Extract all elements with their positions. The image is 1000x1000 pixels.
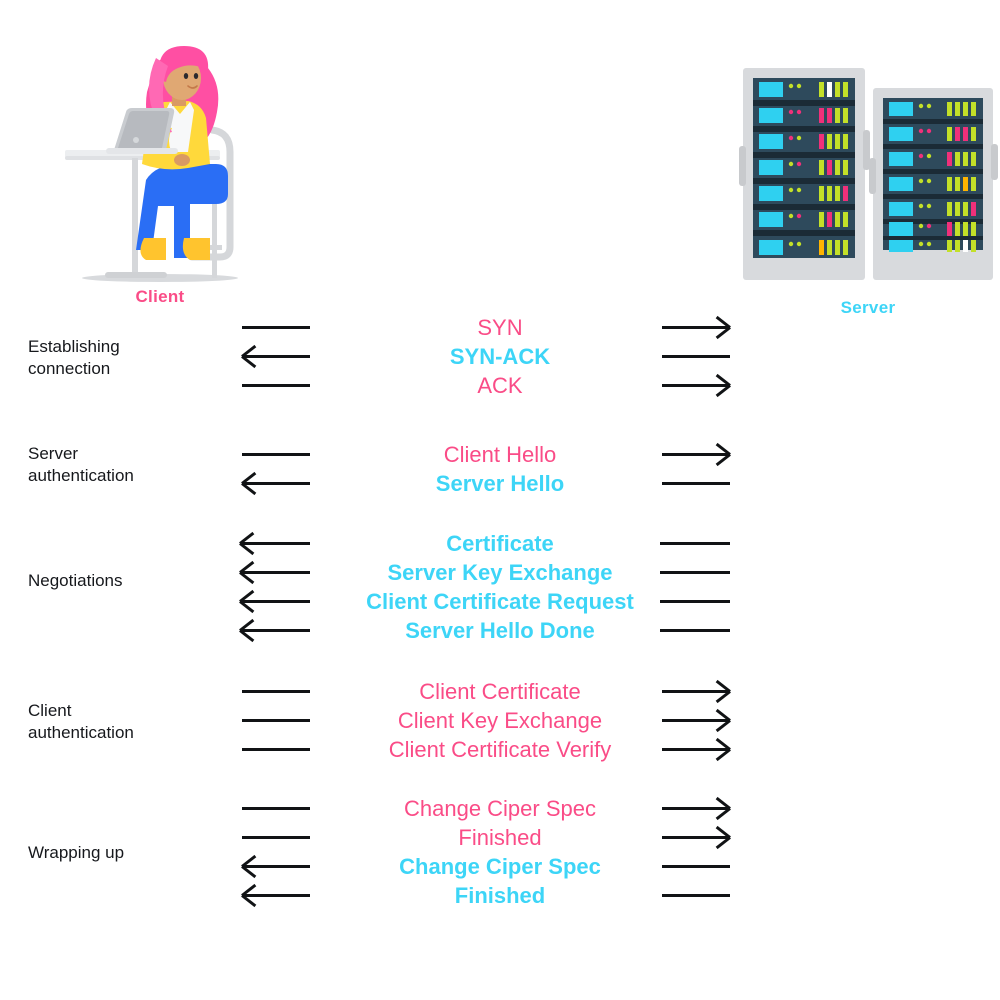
eye-right [183, 73, 189, 79]
rack-left-handle [739, 146, 746, 186]
client-illustration [60, 40, 260, 290]
message-label: Certificate [446, 531, 554, 556]
message-label: Client Key Exchange [397, 708, 603, 733]
chair-leg [212, 200, 217, 278]
server-illustration [735, 60, 1000, 290]
message-label: Client Certificate [419, 679, 581, 704]
phase-label: Negotiations [28, 571, 123, 590]
phase-label: Server authentication [28, 444, 134, 485]
hand [174, 154, 190, 166]
phase-label: Wrapping up [28, 843, 125, 862]
shoe-right [182, 238, 210, 260]
message-label: Server Key Exchange [387, 560, 613, 585]
client-endpoint-label: Client [135, 287, 185, 306]
message-label: SYN-ACK [449, 344, 551, 369]
server-racks-icon [739, 68, 998, 280]
message-label: Server Hello [435, 471, 565, 496]
message-label: Change Ciper Spec [399, 854, 601, 879]
rack-left-handle-2 [863, 130, 870, 170]
message-row: Server Hello Done [0, 616, 1000, 645]
message-label: Server Hello Done [405, 618, 595, 643]
message-row: Change Ciper Spec [0, 794, 1000, 823]
client-person-at-desk-icon [65, 46, 238, 282]
message-label: Change Ciper Spec [403, 796, 596, 821]
message-label: Client Certificate Request [366, 589, 634, 614]
shoe-left [140, 238, 166, 260]
message-row: Finished [0, 881, 1000, 910]
message-row: Certificate [0, 529, 1000, 558]
message-label: SYN [477, 315, 523, 340]
desk-leg [132, 158, 138, 276]
rack-right-handle-2 [991, 144, 998, 180]
laptop-logo [133, 137, 139, 143]
message-label: ACK [477, 373, 523, 398]
phase-label: Client authentication [28, 701, 134, 742]
laptop-base [106, 148, 178, 154]
message-label: Client Certificate Verify [388, 737, 612, 762]
message-label: Client Hello [443, 442, 557, 467]
message-label: Finished [454, 883, 546, 908]
desk-foot [105, 272, 167, 278]
phase-label: Establishing connection [28, 337, 120, 378]
message-label: Finished [458, 825, 542, 850]
eye-left [193, 73, 199, 79]
rack-right-handle [869, 158, 876, 194]
